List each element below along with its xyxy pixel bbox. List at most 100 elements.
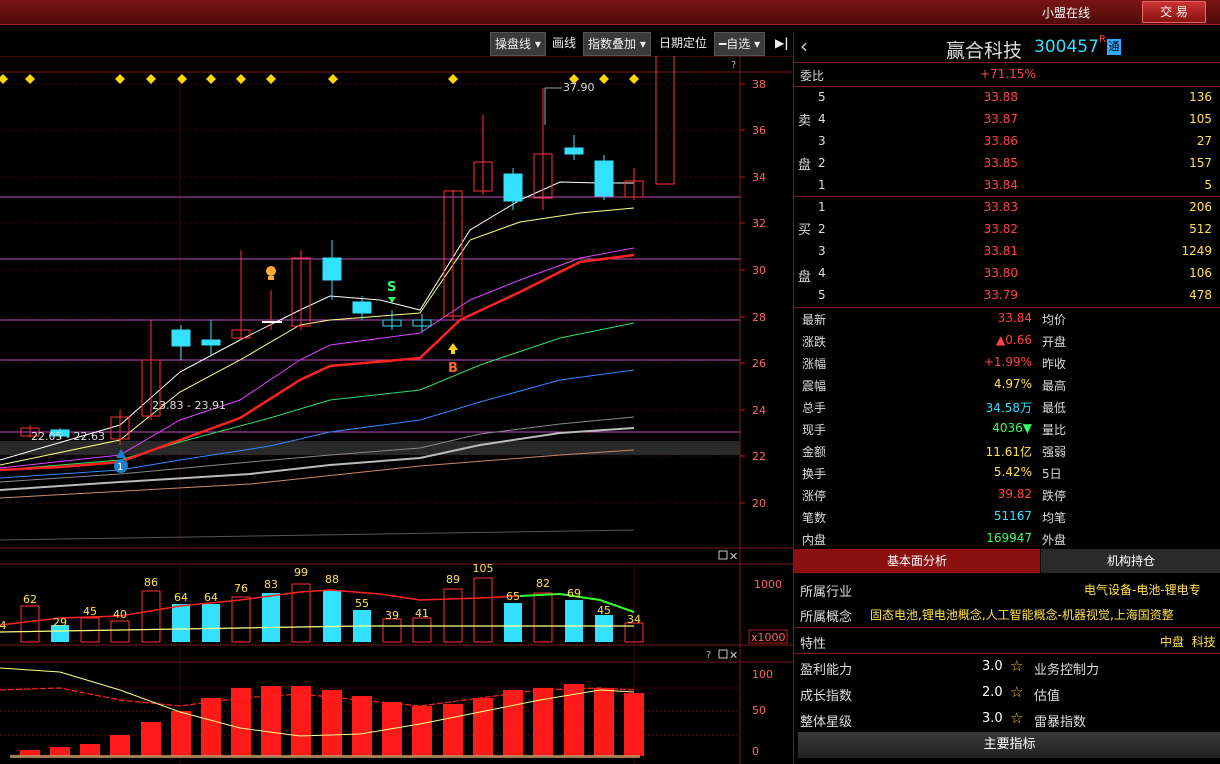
tab-fundamental[interactable]: 基本面分析 <box>794 549 1040 573</box>
ask-price[interactable]: 33.84 <box>944 178 1018 192</box>
bid-price[interactable]: 33.80 <box>944 266 1018 280</box>
volume-label: 76 <box>234 582 248 595</box>
ask-row: 3 33.86 27 <box>818 134 1212 148</box>
stock-code: 300457 <box>1034 37 1099 57</box>
volume-label: 64 <box>204 591 218 604</box>
concept-value[interactable]: 固态电池,锂电池概念,人工智能概念-机器视觉,上海国资整 <box>870 606 1220 623</box>
ask-volume: 27 <box>1196 134 1212 148</box>
draw-line-button[interactable]: 画线 <box>548 32 580 54</box>
volume-label: 64 <box>174 591 188 604</box>
candlesticks <box>20 56 675 445</box>
stat-row: 涨跌 ▲0.66 开盘 <box>802 333 1067 349</box>
stat-row: 总手 34.58万 最低 <box>802 401 1067 415</box>
chevron-down-icon: ▾ <box>754 37 761 51</box>
ask-price[interactable]: 33.86 <box>944 134 1018 148</box>
bid-volume: 106 <box>1189 266 1212 280</box>
concept-row: 所属概念 固态电池,锂电池概念,人工智能概念-机器视觉,上海国资整 <box>794 602 1220 626</box>
indicator-tick: 50 <box>752 704 766 717</box>
range-label: 22.05 - 22.63 <box>31 430 105 443</box>
ask-row: 4 33.87 105 <box>818 112 1212 126</box>
panel-help-icon[interactable]: ? <box>706 650 711 661</box>
kline-chart[interactable]: ? 38 36 34 32 30 28 26 24 22 20 37.90 23… <box>0 56 793 764</box>
stat-row: 涨幅 +1.99% 昨收 <box>802 355 1067 371</box>
price-tick: 20 <box>752 497 766 510</box>
bid-volume: 478 <box>1189 288 1212 302</box>
price-tick: 24 <box>752 404 766 417</box>
volume-label: 55 <box>355 597 369 610</box>
volume-label: 62 <box>23 593 37 606</box>
ask-price[interactable]: 33.85 <box>944 156 1018 170</box>
indicator-tick: 100 <box>752 668 773 681</box>
r-badge: R <box>1099 34 1106 45</box>
analysis-tabs: 基本面分析 机构持仓 <box>794 549 1220 573</box>
close-icon[interactable]: ✕ <box>729 649 738 662</box>
ask-row: 5 33.88 136 <box>818 90 1212 104</box>
panel-help-icon[interactable]: ? <box>731 60 736 71</box>
watchlist-dropdown[interactable]: ━自选 ▾ <box>714 32 766 56</box>
up-arrow-icon <box>448 343 458 350</box>
bid-price[interactable]: 33.82 <box>944 222 1018 236</box>
star-icon: ☆ <box>1010 709 1024 727</box>
rating-row: 成长指数 2.0 ☆ 估值 <box>800 683 1061 704</box>
sell-signal-s: S <box>387 280 396 295</box>
ask-volume: 157 <box>1189 156 1212 170</box>
trait-row: 特性 中盘 科技 <box>800 635 1216 652</box>
alliance-online-link[interactable]: 小盟在线 <box>1042 4 1090 21</box>
top-bar: 小盟在线 交 易 <box>0 0 1220 25</box>
price-tick: 22 <box>752 450 766 463</box>
bid-price[interactable]: 33.81 <box>944 244 1018 258</box>
trade-button[interactable]: 交 易 <box>1142 1 1206 23</box>
bid-price[interactable]: 33.83 <box>944 200 1018 214</box>
stat-value: 4.97% <box>993 377 1032 391</box>
stat-row: 内盘 169947 外盘 <box>802 531 1067 547</box>
bid-price[interactable]: 33.79 <box>944 288 1018 302</box>
ask-row: 2 33.85 157 <box>818 156 1212 170</box>
collapse-panel-icon[interactable]: ▶| <box>771 32 793 54</box>
weibi-row: 委比 +71.15% <box>800 67 1036 83</box>
industry-value[interactable]: 电气设备-电池-锂电专 <box>1084 581 1220 598</box>
date-locate-button[interactable]: 日期定位 <box>655 32 711 54</box>
stat-row: 最新 33.84 均价 <box>802 311 1067 327</box>
star-icon: ☆ <box>1010 683 1024 701</box>
ask-volume: 136 <box>1189 90 1212 104</box>
chevron-down-icon: ▾ <box>639 37 646 51</box>
volume-label: 88 <box>325 573 339 586</box>
back-chevron-icon[interactable]: ‹ <box>800 34 808 58</box>
lightbulb-icon[interactable] <box>266 266 276 276</box>
price-tick: 38 <box>752 78 766 91</box>
volume-unit: x1000 <box>751 631 786 644</box>
price-tick: 26 <box>752 357 766 370</box>
main-index-button[interactable]: 主要指标 <box>798 732 1220 758</box>
operate-line-dropdown[interactable]: 操盘线 ▾ <box>490 32 546 56</box>
price-tick: 30 <box>752 264 766 277</box>
volume-tick: 1000 <box>754 578 782 591</box>
index-overlay-dropdown[interactable]: 指数叠加 ▾ <box>583 32 651 56</box>
industry-row: 所属行业 电气设备-电池-锂电专 <box>794 577 1220 601</box>
close-icon[interactable]: ✕ <box>729 550 738 563</box>
volume-label: 86 <box>144 576 158 589</box>
price-tick: 34 <box>752 171 766 184</box>
stat-row: 震幅 4.97% 最高 <box>802 377 1067 393</box>
tong-badge: 通 <box>1107 39 1121 55</box>
star-icon: ☆ <box>1010 657 1024 675</box>
stat-row: 换手 5.42% 5日 <box>802 465 1062 481</box>
ask-volume: 105 <box>1189 112 1212 126</box>
high-price-label: 37.90 <box>563 81 595 94</box>
volume-label: 105 <box>473 562 494 575</box>
bid-volume: 206 <box>1189 200 1212 214</box>
volume-label: 82 <box>536 577 550 590</box>
stat-value: 33.84 <box>997 311 1032 325</box>
stat-value: 51167 <box>993 509 1032 523</box>
bid-volume: 512 <box>1189 222 1212 236</box>
ask-price[interactable]: 33.88 <box>944 90 1018 104</box>
rating-value: 3.0 <box>982 711 1003 726</box>
trait-value: 中盘 科技 <box>1160 635 1216 649</box>
stat-value: 4036▼ <box>992 421 1032 435</box>
tab-institution[interactable]: 机构持仓 <box>1041 549 1220 573</box>
price-tick: 36 <box>752 124 766 137</box>
stock-header: ‹ 赢合科技 300457 R 通 <box>794 32 1220 63</box>
volume-label: 34 <box>627 613 641 626</box>
ask-price[interactable]: 33.87 <box>944 112 1018 126</box>
volume-label: 45 <box>83 605 97 618</box>
bid-row: 1 33.83 206 <box>818 200 1212 214</box>
